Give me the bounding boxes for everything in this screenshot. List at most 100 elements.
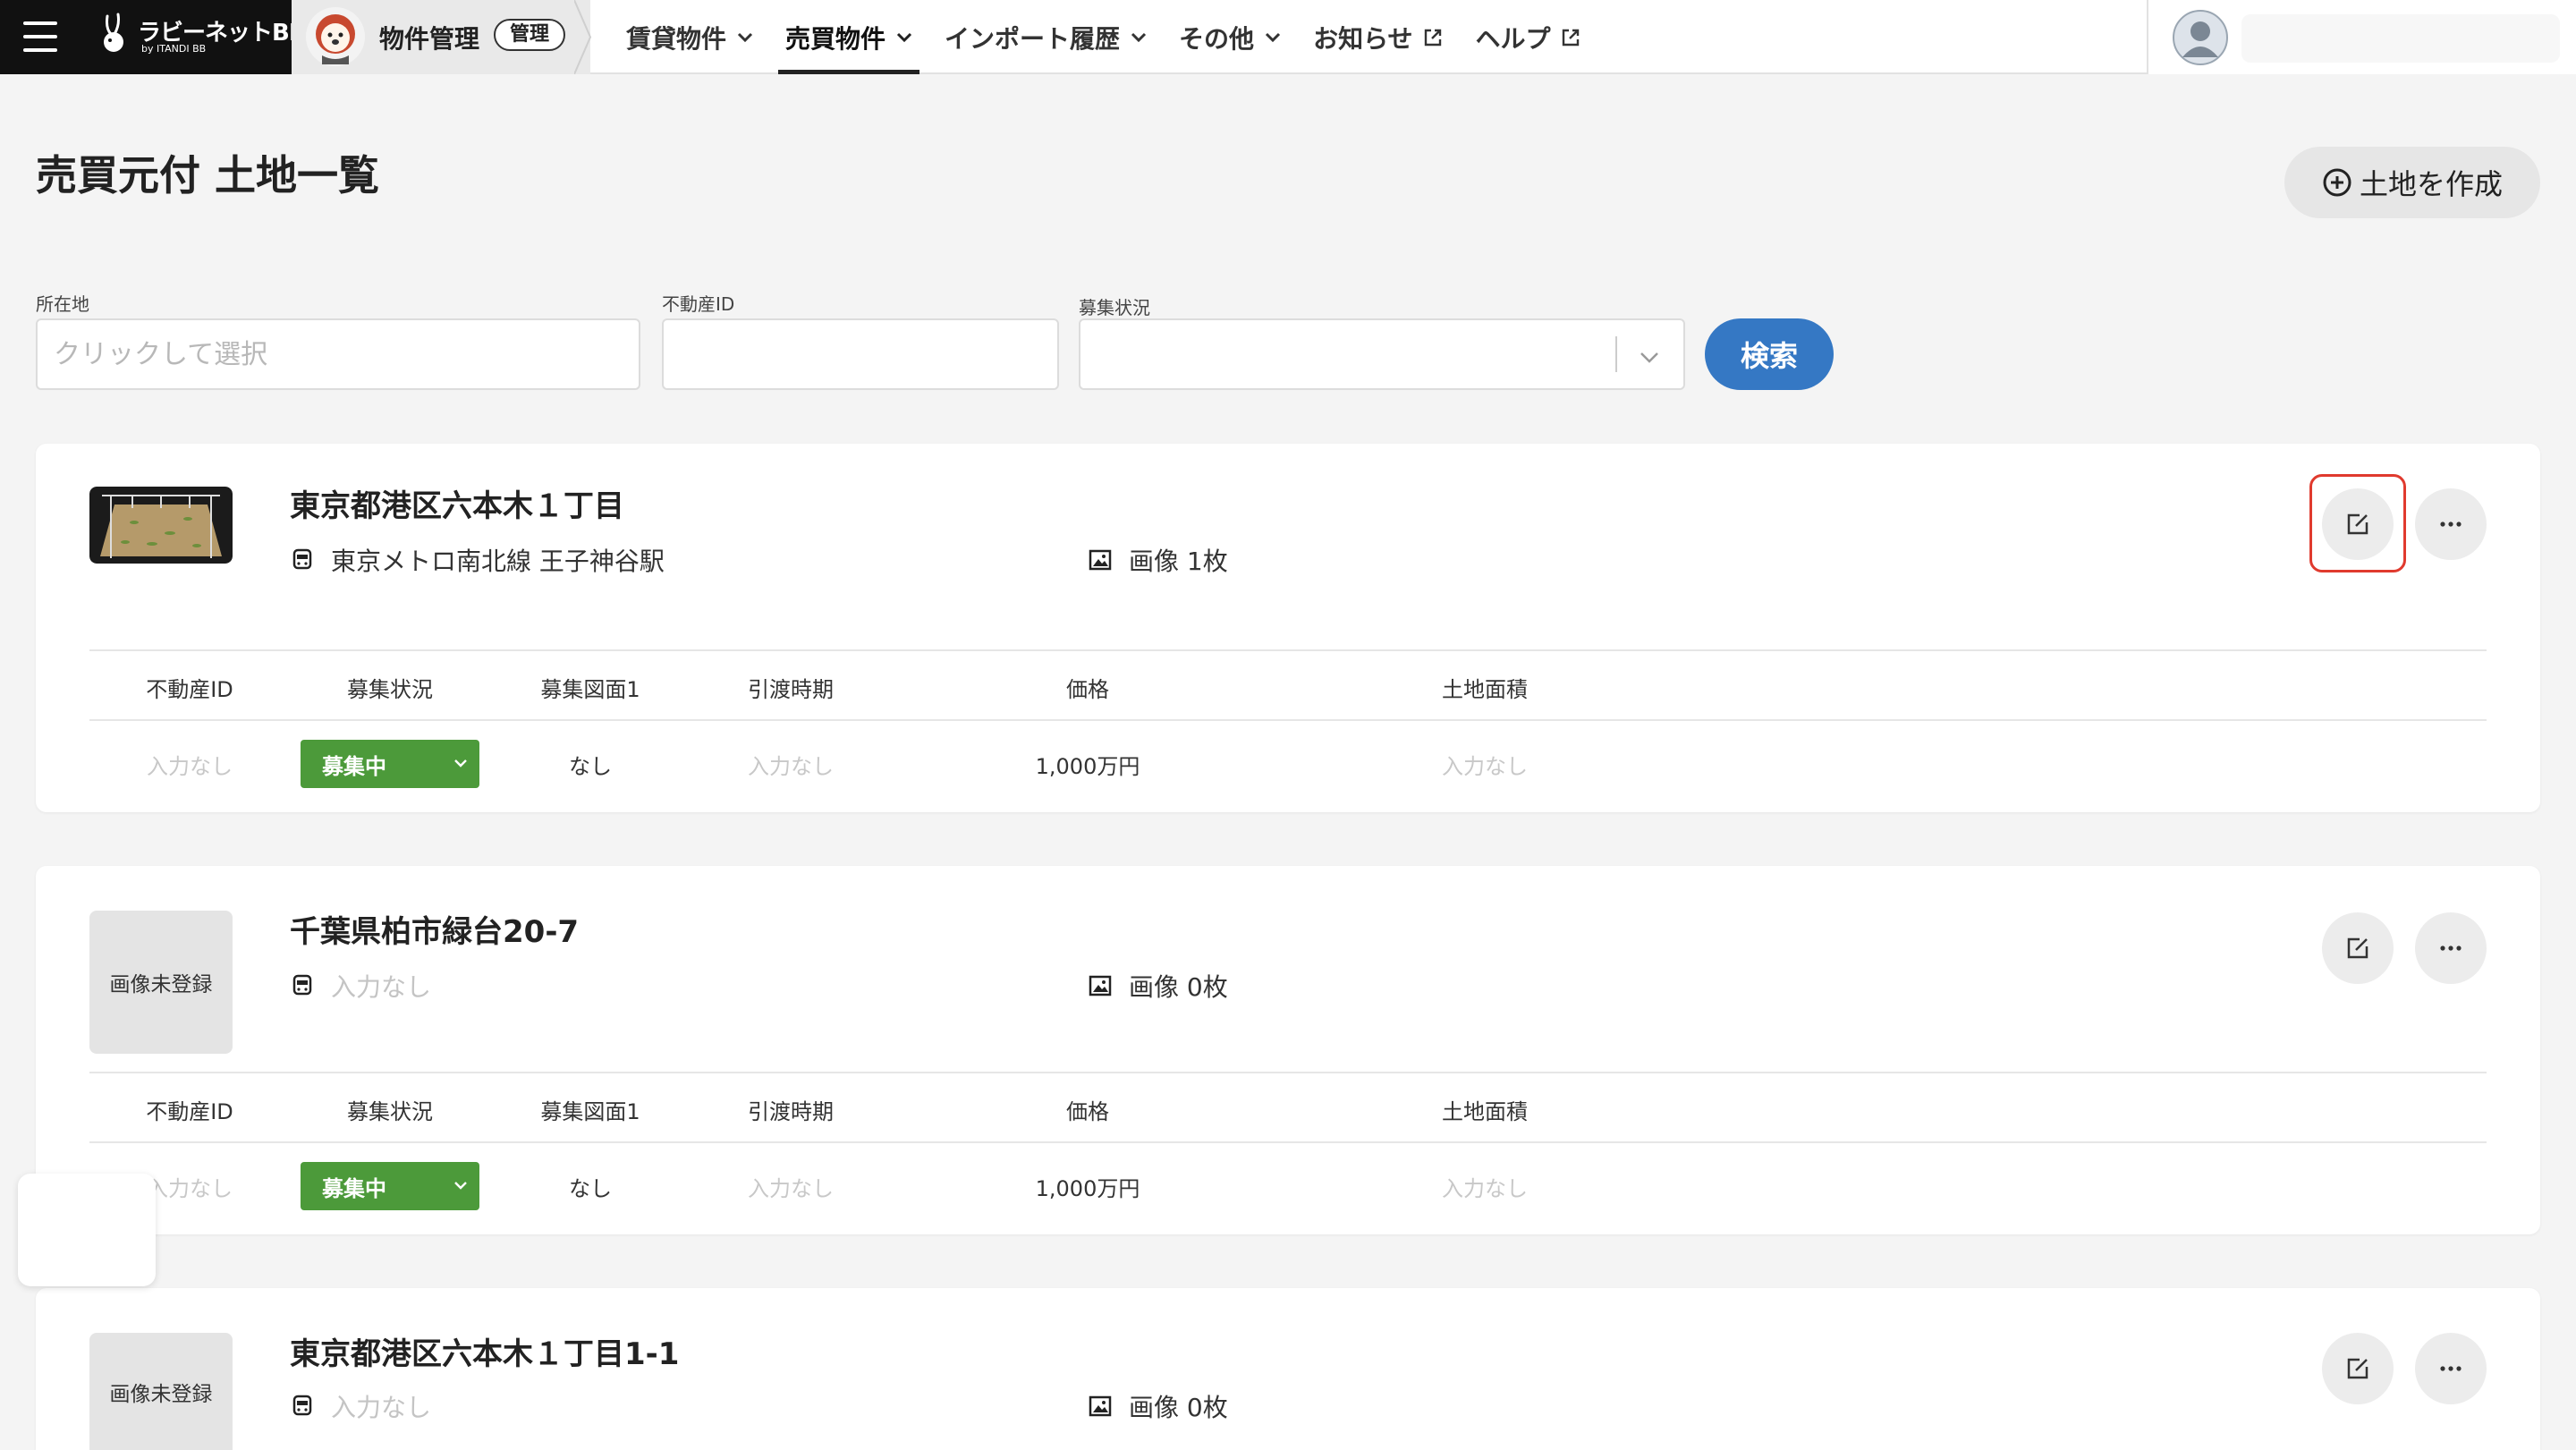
nav-label: その他: [1179, 23, 1255, 54]
property-title[interactable]: 東京都港区六本木１丁目1-1: [290, 1329, 679, 1373]
nav-rental[interactable]: 賃貸物件: [610, 0, 769, 74]
station-info: 入力なし: [290, 1388, 431, 1424]
edit-icon: [2347, 937, 2368, 959]
cell-area: 入力なし: [1442, 753, 1528, 779]
cell-property-id: 入力なし: [147, 753, 233, 779]
bunny-logo-icon: [104, 13, 123, 52]
property-thumbnail[interactable]: [89, 487, 233, 564]
nav-help[interactable]: ヘルプ: [1460, 0, 1597, 74]
property-card[interactable]: 画像未登録 東京都港区六本木１丁目1-1 入力なし 画像 0枚: [36, 1288, 2540, 1450]
nav-label: インポート履歴: [945, 23, 1121, 54]
edit-icon: [2347, 513, 2368, 535]
image-count-text: 画像 1枚: [1129, 547, 1228, 576]
property-title[interactable]: 東京都港区六本木１丁目: [290, 481, 624, 525]
status-select[interactable]: [1079, 318, 1685, 390]
external-link-icon: [1562, 29, 1579, 46]
nav-other[interactable]: その他: [1163, 0, 1297, 74]
property-thumbnail-placeholder[interactable]: 画像未登録: [89, 1333, 233, 1450]
property-card[interactable]: 画像未登録 千葉県柏市緑台20-7 入力なし 画像 0枚 不動産ID 募集状況: [36, 866, 2540, 1234]
train-icon: [292, 1395, 312, 1416]
station-text: 東京メトロ南北線 王子神谷駅: [331, 547, 665, 576]
status-dropdown[interactable]: 募集中: [301, 740, 479, 788]
station-text: 入力なし: [331, 972, 432, 1002]
edit-button[interactable]: [2322, 488, 2394, 560]
image-icon: [1089, 1395, 1112, 1417]
more-button[interactable]: [2415, 488, 2487, 560]
col-drawing: 募集図面1: [540, 1098, 640, 1124]
cell-status: 募集中: [290, 721, 490, 807]
station-info: 東京メトロ南北線 王子神谷駅: [290, 542, 665, 578]
edit-button[interactable]: [2322, 1333, 2394, 1404]
brand-logo[interactable]: ラビーネットBB by ITANDI BB: [98, 13, 307, 63]
station-text: 入力なし: [331, 1393, 432, 1422]
module-switcher[interactable]: 物件管理 管理: [292, 0, 592, 74]
select-divider: [1615, 336, 1617, 372]
property-card[interactable]: 東京都港区六本木１丁目 東京メトロ南北線 王子神谷駅 画像 1枚 不動産ID 募: [36, 444, 2540, 812]
more-horizontal-icon: [2440, 945, 2462, 951]
status-label: 募集状況: [1079, 297, 1150, 318]
admin-badge: 管理: [494, 19, 566, 51]
nav-news[interactable]: お知らせ: [1297, 0, 1459, 74]
property-title[interactable]: 千葉県柏市緑台20-7: [290, 907, 579, 951]
edit-button[interactable]: [2322, 912, 2394, 984]
property-id-label: 不動産ID: [662, 293, 735, 315]
location-input[interactable]: [36, 318, 640, 390]
more-horizontal-icon: [2440, 521, 2462, 527]
chevron-down-icon: [1131, 32, 1147, 42]
user-menu[interactable]: [2147, 0, 2576, 74]
col-delivery: 引渡時期: [748, 676, 834, 702]
chevron-down-icon: [454, 759, 467, 767]
property-table: 不動産ID 募集状況 募集図面1 引渡時期 価格 土地面積 入力なし 募集中 な…: [89, 649, 2487, 807]
plus-circle-icon: [2323, 168, 2351, 197]
chevron-down-icon: [737, 32, 753, 42]
image-icon: [1089, 549, 1112, 571]
status-dropdown[interactable]: 募集中: [301, 1162, 479, 1210]
nav-sales[interactable]: 売買物件: [769, 0, 928, 74]
module-title: 物件管理: [379, 24, 480, 54]
col-status: 募集状況: [347, 1098, 433, 1124]
edit-icon: [2347, 1358, 2368, 1379]
property-table: 不動産ID 募集状況 募集図面1 引渡時期 価格 土地面積 入力なし 募集中 な…: [89, 1072, 2487, 1229]
cell-area: 入力なし: [1442, 1175, 1528, 1201]
more-button[interactable]: [2415, 912, 2487, 984]
more-horizontal-icon: [2440, 1366, 2462, 1371]
top-bar: ラビーネットBB by ITANDI BB 物件管理 管理 賃貸物件 売買物件: [0, 0, 2576, 74]
user-name: [2241, 14, 2560, 63]
mascot-avatar-icon: [306, 7, 365, 66]
train-icon: [292, 974, 312, 996]
col-area: 土地面積: [1442, 676, 1528, 702]
more-button[interactable]: [2415, 1333, 2487, 1404]
cell-drawing: なし: [569, 753, 612, 779]
property-id-input[interactable]: [662, 318, 1059, 390]
create-land-button[interactable]: 土地を作成: [2284, 147, 2540, 218]
table-row: 入力なし 募集中 なし 入力なし 1,000万円 入力なし: [89, 1143, 2487, 1229]
station-info: 入力なし: [290, 968, 431, 1004]
cell-drawing: なし: [569, 1175, 612, 1201]
cell-delivery: 入力なし: [748, 1175, 834, 1201]
col-price: 価格: [1066, 676, 1109, 702]
table-row: 入力なし 募集中 なし 入力なし 1,000万円 入力なし: [89, 721, 2487, 807]
nav-label: ヘルプ: [1475, 23, 1551, 54]
chevron-down-icon[interactable]: [1639, 351, 1660, 365]
status-dropdown-label: 募集中: [322, 753, 386, 779]
nav-import-history[interactable]: インポート履歴: [928, 0, 1163, 74]
col-property-id: 不動産ID: [146, 1098, 233, 1124]
col-price: 価格: [1066, 1098, 1109, 1124]
user-avatar-icon: [2173, 10, 2228, 65]
nav-label: 売買物件: [785, 23, 886, 54]
image-icon: [1089, 975, 1112, 996]
hamburger-menu-icon[interactable]: [23, 21, 57, 52]
search-button[interactable]: 検索: [1705, 318, 1834, 390]
chevron-down-icon: [454, 1182, 467, 1190]
train-icon: [292, 548, 312, 570]
chevron-down-icon: [896, 32, 912, 42]
property-thumbnail-placeholder[interactable]: 画像未登録: [89, 911, 233, 1054]
status-dropdown-label: 募集中: [322, 1175, 386, 1201]
image-count-text: 画像 0枚: [1129, 972, 1228, 1002]
col-status: 募集状況: [347, 676, 433, 702]
col-drawing: 募集図面1: [540, 676, 640, 702]
cell-status: 募集中: [290, 1143, 490, 1229]
main-nav: 賃貸物件 売買物件 インポート履歴 その他 お知らせ ヘルプ: [610, 0, 1597, 74]
nav-label: お知らせ: [1313, 23, 1413, 54]
floating-widget[interactable]: [18, 1174, 156, 1286]
